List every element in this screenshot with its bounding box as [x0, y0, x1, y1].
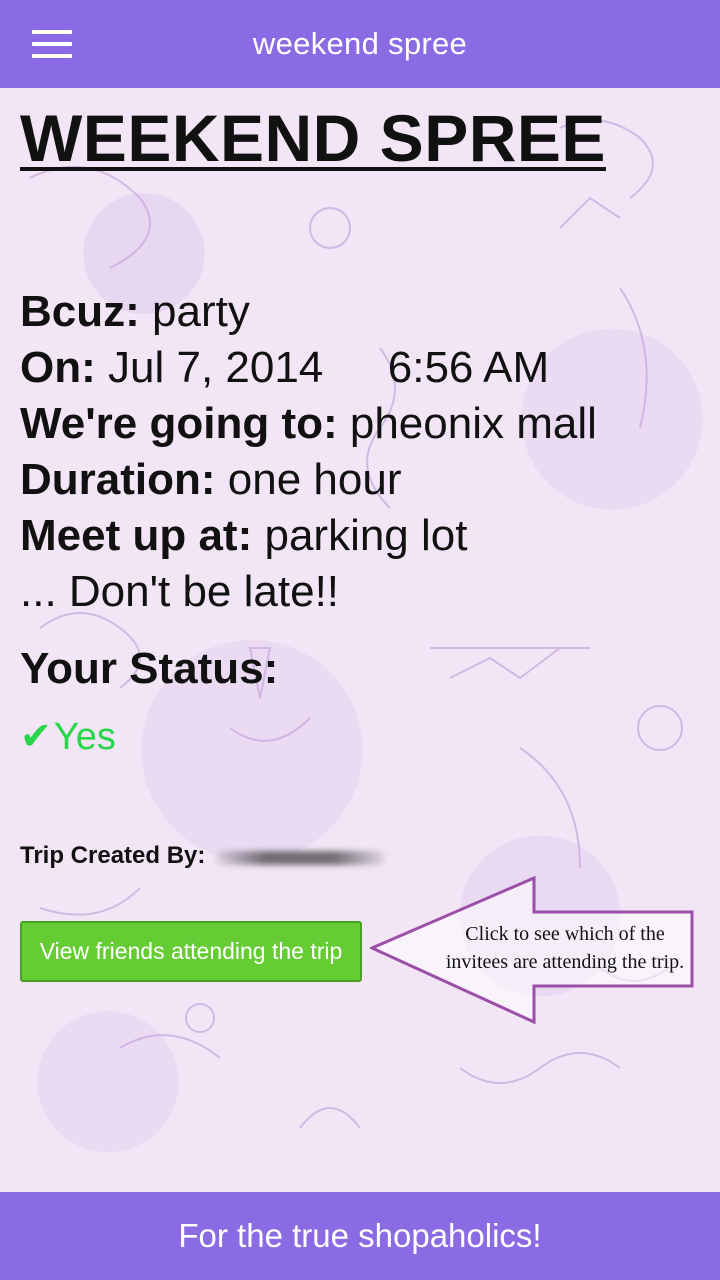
- app-bar: weekend spree: [0, 0, 720, 88]
- trip-details: WEEKEND SPREE Bcuz: party On: Jul 7, 201…: [20, 96, 710, 760]
- meetup-value: parking lot: [264, 511, 468, 560]
- reason-value: party: [152, 287, 250, 336]
- meetup-label: Meet up at:: [20, 511, 253, 560]
- destination-value: pheonix mall: [349, 399, 597, 448]
- view-friends-button[interactable]: View friends attending the trip: [20, 921, 362, 982]
- callout-text: Click to see which of the invitees are a…: [445, 923, 685, 973]
- status-value: ✔ Yes: [20, 714, 710, 760]
- date-value: Jul 7, 2014: [108, 343, 324, 392]
- duration-row: Duration: one hour: [20, 452, 710, 508]
- details-block: Bcuz: party On: Jul 7, 2014 6:56 AM We'r…: [20, 284, 710, 620]
- creator-name-redacted: [215, 851, 386, 865]
- checkmark-icon: ✔: [20, 716, 52, 758]
- duration-label: Duration:: [20, 455, 216, 504]
- menu-line: [32, 30, 72, 34]
- date-label: On:: [20, 343, 96, 392]
- footer-bar: For the true shopaholics!: [0, 1192, 720, 1280]
- status-label: Your Status:: [20, 644, 279, 693]
- meetup-row: Meet up at: parking lot: [20, 508, 710, 564]
- date-row: On: Jul 7, 2014 6:56 AM: [20, 340, 710, 396]
- destination-label: We're going to:: [20, 399, 338, 448]
- app-title: weekend spree: [252, 26, 468, 61]
- late-note: ... Don't be late!!: [20, 567, 340, 616]
- creator-label: Trip Created By:: [20, 842, 206, 869]
- status-text: Yes: [53, 716, 116, 758]
- duration-value: one hour: [227, 455, 402, 504]
- trip-title: WEEKEND SPREE: [20, 101, 606, 175]
- hamburger-menu-icon[interactable]: [28, 26, 76, 62]
- tagline: For the true shopaholics!: [178, 1217, 542, 1254]
- reason-row: Bcuz: party: [20, 284, 710, 340]
- time-value: 6:56 AM: [387, 343, 550, 392]
- destination-row: We're going to: pheonix mall: [20, 396, 710, 452]
- menu-line: [32, 42, 72, 46]
- menu-line: [32, 54, 72, 58]
- trip-creator: Trip Created By:: [20, 842, 386, 870]
- reason-label: Bcuz:: [20, 287, 140, 336]
